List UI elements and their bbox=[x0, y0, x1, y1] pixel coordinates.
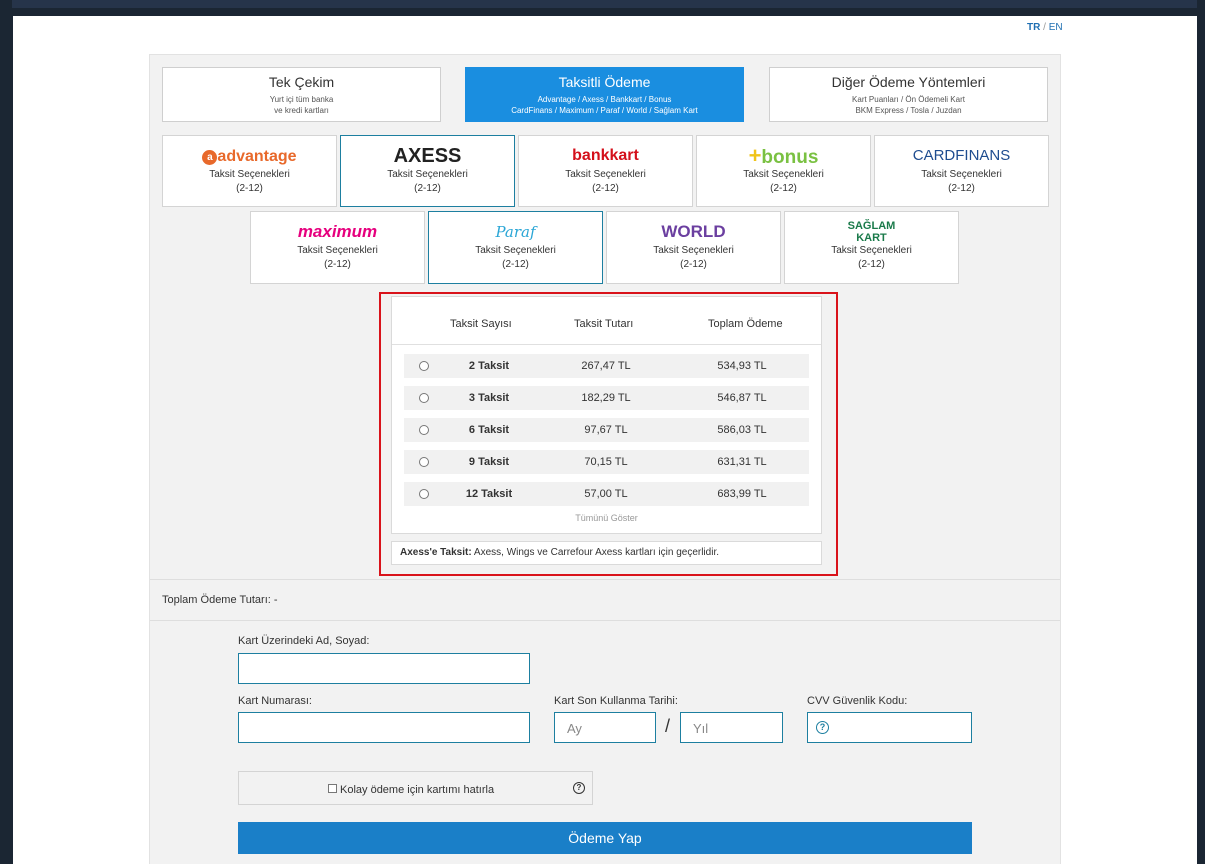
installment-row[interactable]: 3 Taksit 182,29 TL 546,87 TL bbox=[404, 386, 809, 410]
expiry-label: Kart Son Kullanma Tarihi: bbox=[554, 695, 678, 707]
saglam-kart-logo: SAĞLAM KART bbox=[847, 220, 896, 244]
installment-row[interactable]: 2 Taksit 267,47 TL 534,93 TL bbox=[404, 354, 809, 378]
lang-tr-link[interactable]: TR bbox=[1027, 22, 1040, 33]
installment-radio[interactable] bbox=[419, 425, 429, 435]
plus-icon: + bbox=[748, 143, 762, 168]
card-form: Kart Üzerindeki Ad, Soyad: Kart Numarası… bbox=[150, 621, 1060, 864]
lang-en-link[interactable]: EN bbox=[1049, 22, 1063, 33]
card-maximum[interactable]: maximum Taksit Seçenekleri (2-12) bbox=[250, 211, 425, 284]
tab-single-payment[interactable]: Tek Çekim Yurt içi tüm banka ve kredi ka… bbox=[162, 67, 441, 122]
payment-page: TR / EN Tek Çekim Yurt içi tüm banka ve … bbox=[13, 16, 1197, 864]
world-logo: WORLD bbox=[661, 222, 726, 241]
pay-button[interactable]: Ödeme Yap bbox=[238, 822, 972, 854]
installment-radio[interactable] bbox=[419, 489, 429, 499]
advantage-logo: a advantage bbox=[163, 144, 336, 168]
axess-logo: AXESS bbox=[393, 145, 462, 167]
payment-panel: Tek Çekim Yurt içi tüm banka ve kredi ka… bbox=[149, 54, 1061, 864]
installment-row[interactable]: 6 Taksit 97,67 TL 586,03 TL bbox=[404, 418, 809, 442]
remember-help-icon[interactable]: ? bbox=[573, 782, 585, 794]
show-all-link[interactable]: Tümünü Göster bbox=[392, 513, 821, 523]
expiry-month-input[interactable]: Ay bbox=[554, 712, 656, 743]
cardfinans-logo: CARDFINANS bbox=[912, 147, 1011, 164]
expiry-year-input[interactable]: Yıl bbox=[680, 712, 783, 743]
cvv-label: CVV Güvenlik Kodu: bbox=[807, 695, 908, 707]
remember-card-box: Kolay ödeme için kartımı hatırla ? bbox=[238, 771, 593, 805]
cardholder-name-input[interactable] bbox=[238, 653, 530, 684]
card-paraf[interactable]: Paraf Taksit Seçenekleri (2-12) bbox=[428, 211, 603, 284]
remember-card-label[interactable]: Kolay ödeme için kartımı hatırla bbox=[340, 784, 494, 796]
installment-radio[interactable] bbox=[419, 457, 429, 467]
installment-note: Axess'e Taksit: Axess, Wings ve Carrefou… bbox=[391, 541, 822, 565]
card-cardfinans[interactable]: CARDFINANS Taksit Seçenekleri (2-12) bbox=[874, 135, 1049, 207]
cvv-input[interactable]: ? bbox=[807, 712, 972, 743]
card-bonus[interactable]: +bonus Taksit Seçenekleri (2-12) bbox=[696, 135, 871, 207]
installment-table: Taksit Sayısı Taksit Tutarı Toplam Ödeme… bbox=[391, 296, 822, 534]
language-switch: TR / EN bbox=[1027, 22, 1063, 33]
card-axess[interactable]: AXESS Taksit Seçenekleri (2-12) bbox=[340, 135, 515, 207]
installment-radio[interactable] bbox=[419, 361, 429, 371]
remember-card-checkbox[interactable] bbox=[328, 784, 337, 793]
maximum-logo: maximum bbox=[297, 222, 378, 241]
installment-row[interactable]: 9 Taksit 70,15 TL 631,31 TL bbox=[404, 450, 809, 474]
installment-row[interactable]: 12 Taksit 57,00 TL 683,99 TL bbox=[404, 482, 809, 506]
total-amount-bar: Toplam Ödeme Tutarı: - bbox=[150, 579, 1060, 621]
bankkart-logo: bankkart bbox=[572, 147, 639, 164]
expiry-separator: / bbox=[665, 716, 671, 736]
cvv-help-icon[interactable]: ? bbox=[816, 721, 829, 734]
card-number-input[interactable] bbox=[238, 712, 530, 743]
installment-table-header: Taksit Sayısı Taksit Tutarı Toplam Ödeme bbox=[392, 297, 821, 345]
installment-highlight: Taksit Sayısı Taksit Tutarı Toplam Ödeme… bbox=[379, 292, 838, 576]
card-number-label: Kart Numarası: bbox=[238, 695, 312, 707]
card-world[interactable]: WORLD Taksit Seçenekleri (2-12) bbox=[606, 211, 781, 284]
cardholder-name-label: Kart Üzerindeki Ad, Soyad: bbox=[238, 635, 370, 647]
card-advantage[interactable]: a advantage Taksit Seçenekleri (2-12) bbox=[162, 135, 337, 207]
paraf-logo: Paraf bbox=[495, 223, 536, 241]
bonus-logo: +bonus bbox=[748, 143, 819, 169]
card-saglam-kart[interactable]: SAĞLAM KART Taksit Seçenekleri (2-12) bbox=[784, 211, 959, 284]
installment-radio[interactable] bbox=[419, 393, 429, 403]
card-bankkart[interactable]: bankkart Taksit Seçenekleri (2-12) bbox=[518, 135, 693, 207]
tab-installment-payment[interactable]: Taksitli Ödeme Advantage / Axess / Bankk… bbox=[465, 67, 744, 122]
total-amount-label: Toplam Ödeme Tutarı: - bbox=[162, 594, 278, 606]
top-bar bbox=[0, 0, 1205, 9]
tab-other-payment-methods[interactable]: Diğer Ödeme Yöntemleri Kart Puanları / Ö… bbox=[769, 67, 1048, 122]
